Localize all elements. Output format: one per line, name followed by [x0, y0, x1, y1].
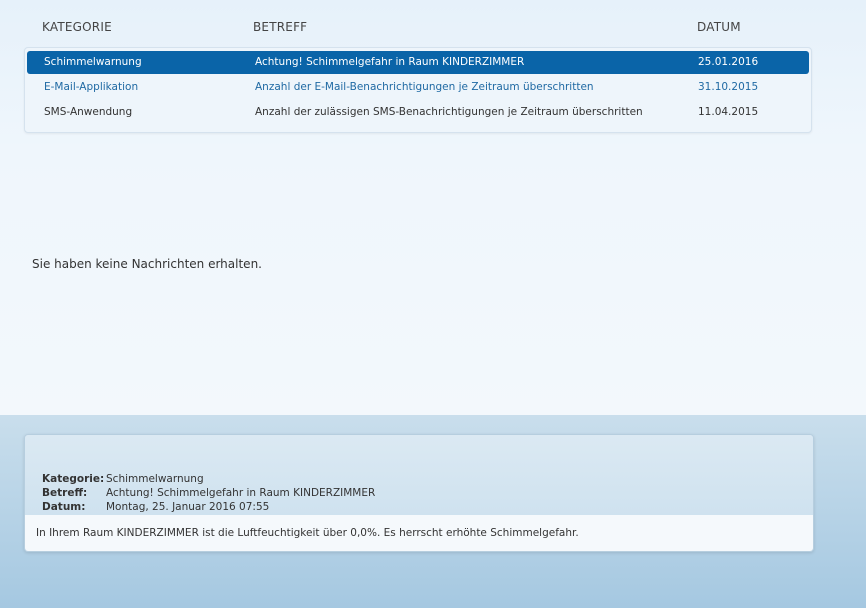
detail-date-label: Datum:: [42, 501, 86, 513]
message-date: 11.04.2015: [698, 106, 759, 118]
detail-date-value: Montag, 25. Januar 2016 07:55: [106, 501, 270, 513]
message-category: Schimmelwarnung: [44, 56, 142, 68]
detail-category-value: Schimmelwarnung: [106, 473, 204, 485]
message-detail-header: Kategorie: Schimmelwarnung Betreff: Acht…: [25, 435, 813, 515]
message-detail-panel: Kategorie: Schimmelwarnung Betreff: Acht…: [0, 415, 866, 608]
column-headers: KATEGORIE BETREFF DATUM: [0, 20, 866, 36]
detail-category-label: Kategorie:: [42, 473, 105, 485]
message-subject: Achtung! Schimmelgefahr in Raum KINDERZI…: [255, 56, 525, 68]
message-subject: Anzahl der zulässigen SMS-Benachrichtigu…: [255, 106, 643, 118]
message-detail-body: In Ihrem Raum KINDERZIMMER ist die Luftf…: [25, 515, 813, 551]
detail-subject-value: Achtung! Schimmelgefahr in Raum KINDERZI…: [106, 487, 376, 499]
column-header-subject[interactable]: BETREFF: [253, 20, 307, 34]
detail-body-text: In Ihrem Raum KINDERZIMMER ist die Luftf…: [36, 527, 579, 539]
message-category: SMS-Anwendung: [44, 106, 133, 118]
message-subject: Anzahl der E-Mail-Benachrichtigungen je …: [255, 81, 594, 93]
message-row[interactable]: SMS-Anwendung Anzahl der zulässigen SMS-…: [27, 101, 809, 124]
message-detail-card: Kategorie: Schimmelwarnung Betreff: Acht…: [24, 434, 814, 552]
column-header-category[interactable]: KATEGORIE: [42, 20, 112, 34]
column-header-date[interactable]: DATUM: [697, 20, 741, 34]
message-category: E-Mail-Applikation: [44, 81, 139, 93]
empty-inbox-message: Sie haben keine Nachrichten erhalten.: [32, 257, 262, 271]
message-date: 31.10.2015: [698, 81, 759, 93]
message-date: 25.01.2016: [698, 56, 759, 68]
message-row[interactable]: E-Mail-Applikation Anzahl der E-Mail-Ben…: [27, 76, 809, 99]
message-list: Schimmelwarnung Achtung! Schimmelgefahr …: [24, 47, 812, 133]
detail-subject-label: Betreff:: [42, 487, 88, 499]
message-row[interactable]: Schimmelwarnung Achtung! Schimmelgefahr …: [27, 51, 809, 74]
